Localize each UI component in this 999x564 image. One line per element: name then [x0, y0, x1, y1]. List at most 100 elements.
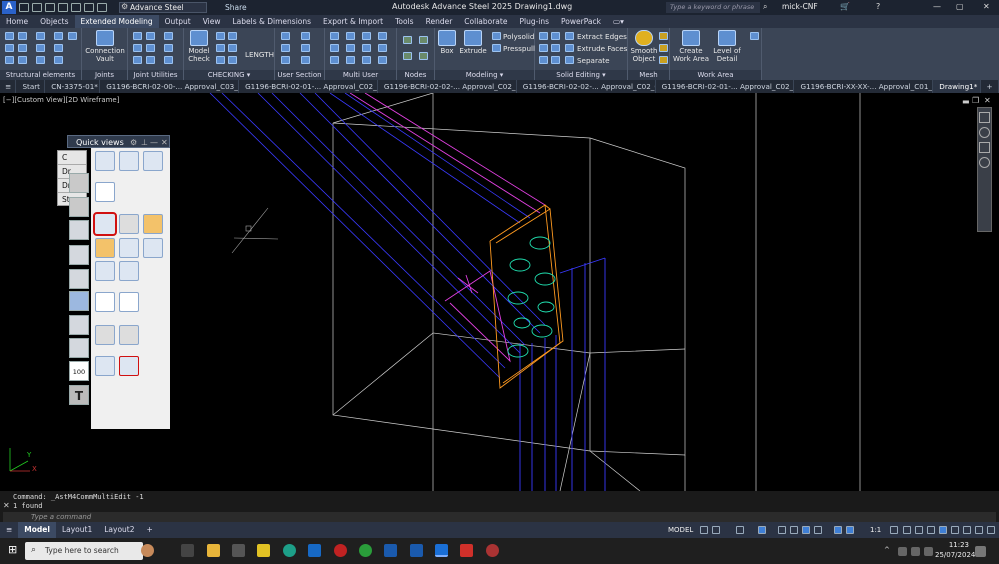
multi-user-icon[interactable]: [378, 32, 387, 40]
advance-steel-icon[interactable]: [435, 544, 448, 557]
anchor-icon[interactable]: [36, 44, 45, 52]
doc-tab-4[interactable]: G1196-BCRI-02-02-... Approval_C02_1*: [378, 80, 517, 93]
doc-tab-2[interactable]: G1196-BCRI-02-00-... Approval_C03_1*: [100, 80, 240, 93]
multi-user-icon[interactable]: [362, 44, 371, 52]
command-input[interactable]: Type a command: [3, 512, 996, 522]
joint-util-icon[interactable]: [164, 44, 173, 52]
cart-icon[interactable]: 🛒: [840, 2, 850, 11]
layout-tab-layout2[interactable]: Layout2: [98, 522, 140, 538]
view-stair-icon[interactable]: [119, 261, 139, 281]
presspull-button[interactable]: Presspull: [503, 44, 535, 53]
check-icon[interactable]: [228, 32, 237, 40]
snap-icon[interactable]: [712, 526, 720, 534]
volume-icon[interactable]: [911, 547, 920, 556]
record-app-icon[interactable]: [334, 544, 347, 557]
joint-util-icon[interactable]: [164, 56, 173, 64]
clock[interactable]: 11:23 25/07/2024: [935, 540, 975, 560]
multi-user-icon[interactable]: [330, 44, 339, 52]
plate-icon[interactable]: [36, 32, 45, 40]
connection-vault-button[interactable]: Connection Vault: [85, 30, 125, 63]
mesh-icon[interactable]: [659, 44, 668, 52]
doc-tab-5[interactable]: G1196-BCRI-02-02-... Approval_C02_0*: [517, 80, 656, 93]
view-section-icon[interactable]: [119, 238, 139, 258]
red-app-icon[interactable]: [486, 544, 499, 557]
clean-screen-icon[interactable]: [963, 526, 971, 534]
multi-user-icon[interactable]: [346, 56, 355, 64]
multi-user-icon[interactable]: [346, 32, 355, 40]
model-check-button[interactable]: Model Check: [186, 30, 212, 63]
view-section-icon[interactable]: [143, 238, 163, 258]
model-space-label[interactable]: MODEL: [668, 526, 693, 534]
solid-edit-icon[interactable]: [539, 56, 548, 64]
joint-util-icon[interactable]: [146, 56, 155, 64]
menu-tab-view[interactable]: View: [197, 15, 227, 28]
grid-icon[interactable]: [700, 526, 708, 534]
viewport-minimize-icon[interactable]: ▬: [962, 97, 970, 106]
menu-tab-tools[interactable]: Tools: [389, 15, 419, 28]
node-icon[interactable]: [403, 36, 412, 44]
beam-icon[interactable]: [5, 32, 14, 40]
view-front-icon[interactable]: [95, 151, 115, 171]
user-section-icon[interactable]: [281, 44, 290, 52]
doc-tab-0[interactable]: Start: [16, 80, 46, 93]
lineweight-icon[interactable]: [814, 526, 822, 534]
ribbon-toggle-icon[interactable]: ▭▾: [607, 15, 630, 28]
view-stair-icon[interactable]: [95, 261, 115, 281]
extract-edges-button[interactable]: Extract Edges: [577, 32, 627, 41]
doc-tab-6[interactable]: G1196-BCRI-02-01-... Approval_C02_0*: [656, 80, 795, 93]
menu-tab-powerpack[interactable]: PowerPack: [555, 15, 607, 28]
layout-tab-layout1[interactable]: Layout1: [56, 522, 98, 538]
taskbar-search[interactable]: Type here to search: [25, 542, 143, 560]
mesh-icon[interactable]: [659, 32, 668, 40]
zoom-icon[interactable]: [979, 142, 990, 153]
length-button[interactable]: LENGTH: [245, 50, 274, 59]
otrack-icon[interactable]: [802, 526, 810, 534]
share-button[interactable]: Share: [225, 3, 247, 12]
new-icon[interactable]: [19, 3, 29, 12]
units-icon[interactable]: [915, 526, 923, 534]
view-list-icon[interactable]: [119, 292, 139, 312]
close-icon[interactable]: ✕: [983, 2, 990, 11]
scale-100-icon[interactable]: 100: [69, 361, 89, 381]
node-icon[interactable]: [419, 52, 428, 60]
ladder-icon[interactable]: [36, 56, 45, 64]
joint-util-icon[interactable]: [146, 44, 155, 52]
ortho-icon[interactable]: [736, 526, 744, 534]
open-icon[interactable]: [32, 3, 42, 12]
user-section-icon[interactable]: [301, 44, 310, 52]
bolt-icon[interactable]: [69, 338, 89, 358]
chat-app-icon[interactable]: [359, 544, 372, 557]
multi-user-icon[interactable]: [330, 56, 339, 64]
menu-tab-labels-dimensions[interactable]: Labels & Dimensions: [227, 15, 318, 28]
multi-user-icon[interactable]: [346, 44, 355, 52]
model-viewport[interactable]: Y X [−][Custom View][2D Wireframe] ▬ ❐ ✕…: [0, 93, 999, 491]
network-icon[interactable]: [898, 547, 907, 556]
save-as-icon[interactable]: [58, 3, 68, 12]
menu-tab-objects[interactable]: Objects: [34, 15, 74, 28]
check-icon[interactable]: [228, 44, 237, 52]
view-top-icon[interactable]: [143, 151, 163, 171]
weld-icon[interactable]: [54, 44, 63, 52]
box-button[interactable]: Box: [437, 30, 457, 55]
annotation-scale[interactable]: 1:1: [870, 526, 881, 534]
fullscreen-icon[interactable]: [987, 526, 995, 534]
polysolid-button[interactable]: Polysolid: [503, 32, 534, 41]
battery-icon[interactable]: [924, 547, 933, 556]
search-highlight-icon[interactable]: [141, 544, 154, 557]
view-ruler-icon[interactable]: [95, 238, 115, 258]
annotation-visibility-icon[interactable]: [846, 526, 854, 534]
purlin-icon[interactable]: [54, 56, 63, 64]
view-edit-icon[interactable]: [143, 214, 163, 234]
viewport-label[interactable]: [−][Custom View][2D Wireframe]: [3, 96, 119, 104]
task-view-icon[interactable]: [181, 544, 194, 557]
settings-icon[interactable]: [232, 544, 245, 557]
user-section-icon[interactable]: [301, 56, 310, 64]
solid-edit-icon[interactable]: [551, 32, 560, 40]
maximize-icon[interactable]: ▢: [956, 2, 964, 11]
search-input[interactable]: Type a keyword or phrase: [666, 2, 760, 13]
view-sheet-icon[interactable]: [95, 292, 115, 312]
doc-tab-3[interactable]: G1196-BCRI-02-01-... Approval_C02_1*: [239, 80, 378, 93]
app-menu-button[interactable]: A: [2, 1, 16, 14]
word-app-icon[interactable]: [410, 544, 423, 557]
extrude-button[interactable]: Extrude: [459, 30, 487, 55]
